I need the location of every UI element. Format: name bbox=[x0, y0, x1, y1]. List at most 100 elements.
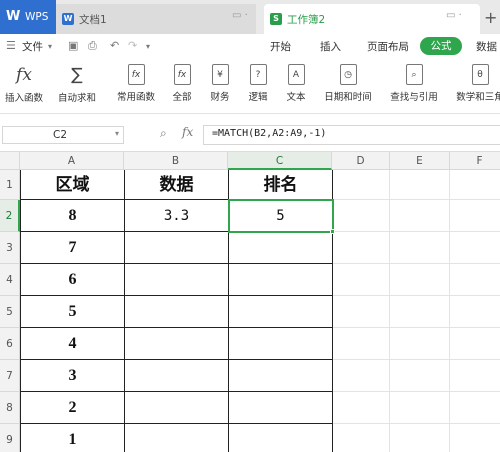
fx-label-icon[interactable]: fx bbox=[182, 125, 193, 139]
finance-icon: ¥ bbox=[211, 64, 229, 85]
cell-a8[interactable]: 2 bbox=[21, 392, 125, 424]
cell-c7[interactable] bbox=[229, 360, 333, 392]
new-tab-button[interactable]: + bbox=[484, 8, 497, 27]
redo-icon[interactable]: ↷ bbox=[128, 39, 137, 52]
autosum-label: 自动求和 bbox=[57, 93, 96, 104]
tab-workbook-controls[interactable]: ▭ · bbox=[446, 0, 462, 30]
column-header-d[interactable]: D bbox=[332, 152, 390, 170]
undo-icon[interactable]: ↶ bbox=[110, 39, 119, 52]
row-header-2[interactable]: 2 bbox=[0, 200, 20, 232]
menu-page-layout[interactable]: 页面布局 bbox=[367, 39, 409, 54]
name-box-dropdown-icon[interactable]: ▾ bbox=[115, 129, 119, 138]
tab-wps-home[interactable]: W WPS bbox=[0, 0, 56, 34]
menu-insert[interactable]: 插入 bbox=[320, 39, 341, 54]
lookup-reference-label: 查找与引用 bbox=[390, 92, 438, 103]
zoom-search-icon[interactable]: ⌕ bbox=[160, 126, 167, 141]
header-cell-region[interactable]: 区域 bbox=[21, 170, 125, 200]
logic-icon: ? bbox=[249, 64, 267, 85]
logic-button[interactable]: ? 逻辑 bbox=[242, 64, 274, 103]
row-header-1[interactable]: 1 bbox=[0, 170, 20, 200]
cell-a9[interactable]: 1 bbox=[21, 424, 125, 452]
cell-a7[interactable]: 3 bbox=[21, 360, 125, 392]
cell-c5[interactable] bbox=[229, 296, 333, 328]
column-header-f[interactable]: F bbox=[450, 152, 500, 170]
cell-b9[interactable] bbox=[125, 424, 229, 452]
date-time-label: 日期和时间 bbox=[324, 92, 372, 103]
print-icon[interactable]: ⎙ bbox=[88, 39, 97, 53]
name-box-value: C2 bbox=[53, 129, 68, 141]
common-functions-button[interactable]: fx 常用函数 bbox=[110, 64, 162, 103]
cell-c6[interactable] bbox=[229, 328, 333, 360]
cell-c9[interactable] bbox=[229, 424, 333, 452]
wps-logo-icon: W bbox=[6, 9, 21, 24]
menu-data[interactable]: 数据 bbox=[476, 39, 497, 54]
fx-icon: fx bbox=[16, 65, 32, 85]
tab-document-controls[interactable]: ▭ · bbox=[232, 0, 248, 30]
spreadsheet-icon: S bbox=[270, 13, 282, 25]
select-all-corner[interactable] bbox=[0, 152, 20, 170]
cell-a3[interactable]: 7 bbox=[21, 232, 125, 264]
name-box[interactable]: C2 ▾ bbox=[2, 126, 124, 144]
file-menu[interactable]: 文件 bbox=[22, 39, 43, 54]
logic-label: 逻辑 bbox=[248, 92, 268, 103]
insert-function-label: 插入函数 bbox=[4, 93, 43, 104]
header-cell-data[interactable]: 数据 bbox=[125, 170, 229, 200]
insert-function-button[interactable]: fx 插入函数 bbox=[2, 64, 46, 104]
row-header-3[interactable]: 3 bbox=[0, 232, 20, 264]
menu-bar: ☰ 文件 ▾ ▣ ⎙ ↶ ↷ ▾ 开始 插入 页面布局 公式 数据 bbox=[0, 34, 500, 58]
header-cell-rank[interactable]: 排名 bbox=[229, 170, 333, 200]
autosum-button[interactable]: ∑ 自动求和 bbox=[52, 64, 102, 104]
cell-a5[interactable]: 5 bbox=[21, 296, 125, 328]
all-functions-icon: fx bbox=[173, 64, 191, 85]
cell-b2[interactable]: 3.3 bbox=[125, 200, 229, 232]
fill-handle[interactable] bbox=[330, 229, 335, 234]
finance-label: 财务 bbox=[210, 92, 230, 103]
row-header-8[interactable]: 8 bbox=[0, 392, 20, 424]
cell-a2[interactable]: 8 bbox=[21, 200, 125, 232]
lookup-reference-button[interactable]: ⌕ 查找与引用 bbox=[384, 64, 444, 103]
cell-b6[interactable] bbox=[125, 328, 229, 360]
cell-b7[interactable] bbox=[125, 360, 229, 392]
cell-c4[interactable] bbox=[229, 264, 333, 296]
row-header-5[interactable]: 5 bbox=[0, 296, 20, 328]
row-header-6[interactable]: 6 bbox=[0, 328, 20, 360]
text-functions-button[interactable]: A 文本 bbox=[280, 64, 312, 103]
column-header-b[interactable]: B bbox=[124, 152, 228, 170]
tab-document[interactable]: W 文档1 bbox=[56, 4, 256, 34]
formula-input[interactable]: =MATCH(B2,A2:A9,-1) bbox=[203, 125, 500, 145]
cell-a6[interactable]: 4 bbox=[21, 328, 125, 360]
column-header-c[interactable]: C bbox=[228, 152, 332, 170]
function-star-icon: fx bbox=[127, 64, 145, 85]
row-header-7[interactable]: 7 bbox=[0, 360, 20, 392]
column-header-a[interactable]: A bbox=[20, 152, 124, 170]
math-trig-label: 数学和三角 bbox=[456, 92, 500, 103]
cell-b4[interactable] bbox=[125, 264, 229, 296]
document-icon: W bbox=[62, 13, 74, 25]
gridline bbox=[389, 170, 390, 452]
title-tab-bar: W WPS W 文档1 ▭ · S 工作簿2 ▭ · + bbox=[0, 0, 500, 34]
save-icon[interactable]: ▣ bbox=[68, 39, 78, 52]
row-header-9[interactable]: 9 bbox=[0, 424, 20, 452]
cell-a4[interactable]: 6 bbox=[21, 264, 125, 296]
clock-icon: ◷ bbox=[339, 64, 357, 85]
common-functions-label: 常用函数 bbox=[116, 92, 155, 103]
date-time-button[interactable]: ◷ 日期和时间 bbox=[318, 64, 378, 103]
cell-b8[interactable] bbox=[125, 392, 229, 424]
row-header-4[interactable]: 4 bbox=[0, 264, 20, 296]
file-dropdown-icon[interactable]: ▾ bbox=[48, 42, 52, 51]
cell-b3[interactable] bbox=[125, 232, 229, 264]
finance-button[interactable]: ¥ 财务 bbox=[204, 64, 236, 103]
quick-access-dropdown-icon[interactable]: ▾ bbox=[146, 42, 150, 51]
tab-document-label: 文档1 bbox=[79, 13, 107, 26]
all-functions-button[interactable]: fx 全部 bbox=[166, 64, 198, 103]
hamburger-menu-icon[interactable]: ☰ bbox=[6, 39, 16, 52]
cell-c8[interactable] bbox=[229, 392, 333, 424]
math-trig-button[interactable]: θ 数学和三角 bbox=[452, 64, 500, 103]
column-header-e[interactable]: E bbox=[390, 152, 450, 170]
cell-c2[interactable]: 5 bbox=[229, 200, 333, 232]
menu-home[interactable]: 开始 bbox=[270, 39, 291, 54]
cell-b5[interactable] bbox=[125, 296, 229, 328]
math-icon: θ bbox=[471, 64, 489, 85]
cell-c3[interactable] bbox=[229, 232, 333, 264]
menu-formula-active[interactable]: 公式 bbox=[420, 37, 462, 55]
